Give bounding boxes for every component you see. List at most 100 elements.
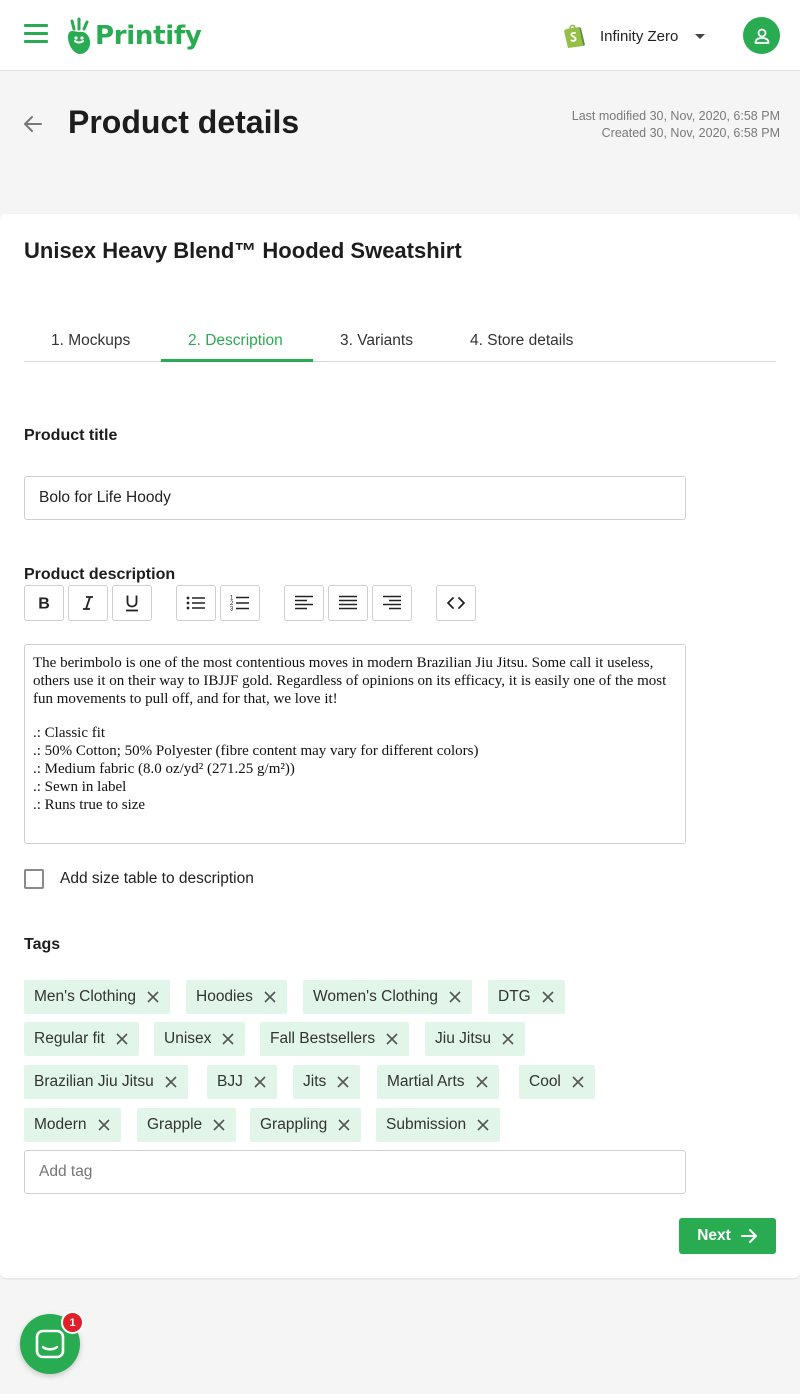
- product-name: Unisex Heavy Blend™ Hooded Sweatshirt: [24, 238, 462, 263]
- product-title-input[interactable]: Bolo for Life Hoody: [24, 476, 686, 520]
- tab-store-details[interactable]: 4. Store details: [470, 332, 573, 350]
- menu-icon[interactable]: [24, 24, 48, 46]
- tag-label: Grappling: [260, 1116, 328, 1133]
- close-icon[interactable]: [212, 1118, 226, 1132]
- product-card: Unisex Heavy Blend™ Hooded Sweatshirt 1.…: [0, 214, 800, 1278]
- tag-chip: Jits: [293, 1065, 361, 1099]
- tag-chip: Men's Clothing: [24, 980, 171, 1014]
- close-icon[interactable]: [164, 1075, 178, 1089]
- tag-chip: Jiu Jitsu: [425, 1022, 525, 1056]
- close-icon[interactable]: [263, 990, 277, 1004]
- product-title-label: Product title: [24, 427, 118, 444]
- tag-label: Men's Clothing: [34, 988, 137, 1005]
- close-icon[interactable]: [501, 1032, 515, 1046]
- tag-label: Modern: [34, 1116, 87, 1133]
- close-icon[interactable]: [337, 1118, 351, 1132]
- description-bullet: .: Runs true to size: [33, 797, 146, 813]
- bullet-list-icon: [186, 596, 205, 610]
- close-icon[interactable]: [253, 1075, 267, 1089]
- next-button-label: Next: [697, 1227, 731, 1244]
- tab-mockups[interactable]: 1. Mockups: [51, 332, 130, 350]
- numbered-list-button[interactable]: 123: [220, 585, 260, 621]
- chat-icon: [35, 1329, 65, 1359]
- next-button[interactable]: Next: [679, 1218, 776, 1254]
- description-editor[interactable]: The berimbolo is one of the most content…: [24, 644, 686, 844]
- code-view-button[interactable]: [436, 585, 476, 621]
- tag-chip: Grappling: [250, 1108, 362, 1142]
- close-icon[interactable]: [115, 1032, 129, 1046]
- tag-chip: BJJ: [207, 1065, 277, 1099]
- tag-label: DTG: [498, 988, 531, 1005]
- svg-text:B: B: [38, 596, 50, 612]
- user-avatar[interactable]: [743, 17, 780, 54]
- tag-label: Grapple: [147, 1116, 203, 1133]
- close-icon[interactable]: [221, 1032, 235, 1046]
- description-bullet: .: Sewn in label: [33, 779, 127, 795]
- printify-logo-icon: [68, 17, 91, 54]
- tag-label: Fall Bestsellers: [270, 1030, 376, 1047]
- printify-logo[interactable]: Printify: [66, 16, 202, 56]
- code-icon: [447, 597, 465, 609]
- tab-description[interactable]: 2. Description: [188, 332, 283, 350]
- tag-label: Brazilian Jiu Jitsu: [34, 1073, 154, 1090]
- tag-chip: Submission: [376, 1108, 501, 1142]
- close-icon[interactable]: [385, 1032, 399, 1046]
- product-description-label: Product description: [24, 566, 176, 583]
- close-icon[interactable]: [571, 1075, 585, 1089]
- description-paragraph: The berimbolo is one of the most content…: [33, 655, 667, 707]
- align-right-button[interactable]: [372, 585, 412, 621]
- size-table-option[interactable]: Add size table to description: [24, 869, 254, 889]
- description-bullet: .: Classic fit: [33, 725, 106, 741]
- underline-icon: [126, 595, 138, 612]
- align-justify-icon: [339, 595, 357, 610]
- tag-label: Submission: [386, 1116, 467, 1133]
- tag-chip: Unisex: [154, 1022, 246, 1056]
- tags-label: Tags: [24, 936, 61, 953]
- close-icon[interactable]: [448, 990, 462, 1004]
- chevron-down-icon: [695, 33, 706, 39]
- tab-bar: 1. Mockups 2. Description 3. Variants 4.…: [24, 322, 776, 362]
- tag-chip: Martial Arts: [377, 1065, 499, 1099]
- size-table-checkbox[interactable]: [24, 869, 44, 889]
- close-icon[interactable]: [146, 990, 160, 1004]
- close-icon[interactable]: [475, 1075, 489, 1089]
- align-left-icon: [295, 595, 313, 610]
- description-bullet: .: Medium fabric (8.0 oz/yd² (271.25 g/m…: [33, 761, 295, 777]
- tag-chip: DTG: [488, 980, 565, 1014]
- align-left-button[interactable]: [284, 585, 324, 621]
- align-right-icon: [383, 595, 401, 610]
- tab-variants[interactable]: 3. Variants: [340, 332, 413, 350]
- close-icon[interactable]: [476, 1118, 490, 1132]
- timestamps: Last modified 30, Nov, 2020, 6:58 PM Cre…: [572, 108, 780, 142]
- tag-chip: Modern: [24, 1108, 121, 1142]
- close-icon[interactable]: [97, 1118, 111, 1132]
- created-text: Created 30, Nov, 2020, 6:58 PM: [601, 126, 780, 140]
- active-tab-indicator: [161, 359, 313, 362]
- last-modified-text: Last modified 30, Nov, 2020, 6:58 PM: [571, 109, 780, 123]
- underline-button[interactable]: [112, 585, 152, 621]
- align-justify-button[interactable]: [328, 585, 368, 621]
- close-icon[interactable]: [541, 990, 555, 1004]
- tag-label: Regular fit: [34, 1030, 105, 1047]
- page-title: Product details: [68, 104, 300, 140]
- italic-button[interactable]: [68, 585, 108, 621]
- italic-icon: [83, 596, 93, 610]
- tag-chip: Cool: [519, 1065, 595, 1099]
- arrow-right-icon: [740, 1229, 757, 1243]
- tag-chip: Hoodies: [186, 980, 287, 1014]
- tag-label: BJJ: [217, 1073, 243, 1090]
- bullet-list-button[interactable]: [176, 585, 216, 621]
- tag-label: Hoodies: [196, 988, 253, 1005]
- close-icon[interactable]: [336, 1075, 350, 1089]
- description-bullet: .: 50% Cotton; 50% Polyester (fibre cont…: [33, 743, 479, 759]
- back-arrow-icon[interactable]: [22, 114, 44, 134]
- bold-button[interactable]: B: [24, 585, 64, 621]
- notification-badge: 1: [61, 1311, 84, 1334]
- store-selector[interactable]: Infinity Zero: [562, 22, 706, 50]
- logo-text: Printify: [95, 21, 202, 51]
- size-table-label: Add size table to description: [60, 870, 254, 887]
- tag-chip: Grapple: [137, 1108, 237, 1142]
- add-tag-input[interactable]: [24, 1150, 686, 1194]
- tag-chip: Brazilian Jiu Jitsu: [24, 1065, 188, 1099]
- shopify-icon: [564, 24, 585, 48]
